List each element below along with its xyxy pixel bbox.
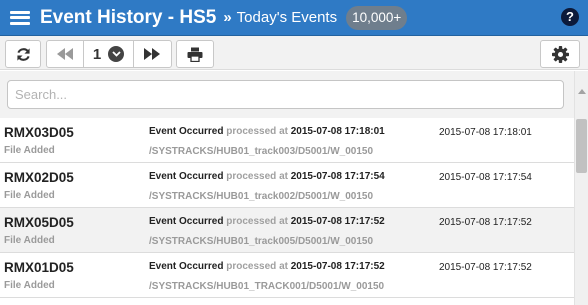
next-page-button[interactable] (134, 41, 171, 67)
chevron-down-circle-icon (108, 46, 125, 62)
search-bar (0, 71, 574, 118)
scroll-up-arrow-icon[interactable] (578, 89, 586, 94)
event-timestamp: 2015-07-08 17:17:52 (439, 262, 532, 273)
event-path: /SYSTRACKS/HUB01_track003/D5001/W_00150 (149, 146, 374, 157)
refresh-button[interactable] (5, 40, 41, 68)
event-row[interactable]: RMX01D05 File Added Event Occurred proce… (0, 253, 574, 298)
event-description: Event Occurred processed at 2015-07-08 1… (149, 126, 385, 137)
settings-button[interactable] (540, 40, 580, 68)
event-type: File Added (4, 280, 55, 291)
event-timestamp: 2015-07-08 17:17:52 (439, 217, 532, 228)
fast-forward-icon (144, 48, 161, 60)
event-list: RMX03D05 File Added Event Occurred proce… (0, 118, 574, 305)
event-path: /SYSTRACKS/HUB01_TRACK001/D5001/W_00150 (149, 281, 385, 292)
event-row[interactable]: RMX03D05 File Added Event Occurred proce… (0, 118, 574, 163)
event-count-badge: 10,000+ (346, 5, 408, 30)
event-path: /SYSTRACKS/HUB01_track005/D5001/W_00150 (149, 236, 374, 247)
event-row[interactable]: RMX02D05 File Added Event Occurred proce… (0, 163, 574, 208)
scrollbar-thumb[interactable] (576, 119, 587, 173)
print-icon (187, 47, 203, 62)
view-subtitle: Today's Events (236, 9, 338, 26)
event-source-name: RMX03D05 (4, 125, 74, 140)
event-source-name: RMX05D05 (4, 215, 74, 230)
first-page-button[interactable] (47, 41, 85, 67)
event-description: Event Occurred processed at 2015-07-08 1… (149, 216, 385, 227)
help-icon[interactable]: ? (561, 8, 579, 26)
refresh-icon (16, 47, 30, 61)
search-input[interactable] (7, 80, 564, 109)
event-type: File Added (4, 235, 55, 246)
event-source-name: RMX01D05 (4, 260, 74, 275)
page-title: Event History - HS5 (40, 6, 217, 28)
event-description: Event Occurred processed at 2015-07-08 1… (149, 261, 385, 272)
event-source-name: RMX02D05 (4, 170, 74, 185)
page-selector[interactable]: 1 (84, 41, 134, 67)
list-scrollbar[interactable] (574, 71, 588, 305)
gear-icon (551, 45, 569, 63)
event-type: File Added (4, 145, 55, 156)
pagination: 1 (46, 40, 172, 68)
event-description: Event Occurred processed at 2015-07-08 1… (149, 171, 385, 182)
toolbar: 1 (0, 36, 588, 70)
print-button[interactable] (176, 40, 214, 68)
event-timestamp: 2015-07-08 17:17:54 (439, 172, 532, 183)
event-path: /SYSTRACKS/HUB01_track002/D5001/W_00150 (149, 191, 374, 202)
app-header: Event History - HS5 » Today's Events 10,… (0, 0, 588, 36)
breadcrumb-separator: » (223, 9, 232, 26)
event-row-selected[interactable]: RMX05D05 File Added Event Occurred proce… (0, 208, 574, 253)
page-number: 1 (92, 45, 102, 63)
hamburger-menu-icon[interactable] (10, 10, 30, 25)
event-timestamp: 2015-07-08 17:18:01 (439, 127, 532, 138)
event-type: File Added (4, 190, 55, 201)
fast-backward-icon (57, 48, 74, 60)
